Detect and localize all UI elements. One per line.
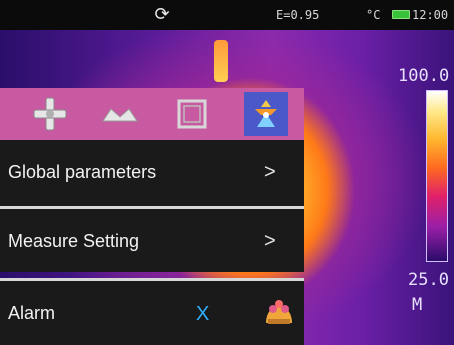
- menu-item-label: Global parameters: [8, 162, 157, 182]
- frame-icon[interactable]: [170, 92, 214, 136]
- menu-item-global-parameters[interactable]: Global parameters >: [0, 140, 304, 206]
- settings-icon[interactable]: [244, 92, 288, 136]
- emissivity-readout: E=0.95: [276, 8, 320, 22]
- scale-mode: M: [412, 295, 423, 315]
- alarm-state: X: [196, 303, 210, 325]
- menu-item-measure-setting[interactable]: Measure Setting >: [0, 206, 304, 272]
- crosshair-icon[interactable]: [28, 92, 72, 136]
- chevron-right-icon: >: [264, 161, 276, 183]
- menu-toolbar: [0, 88, 304, 140]
- color-scale-bar: [426, 90, 448, 262]
- menu-item-label: Measure Setting: [8, 231, 140, 251]
- menu-item-alarm[interactable]: Alarm X: [0, 278, 304, 345]
- refresh-icon[interactable]: ⟳: [152, 5, 172, 25]
- settings-menu: Global parameters > Measure Setting > Al…: [0, 88, 304, 345]
- chevron-right-icon: >: [264, 230, 276, 252]
- temperature-unit: °C: [366, 8, 381, 22]
- scale-min-value: 25.0: [408, 270, 449, 290]
- alarm-icon[interactable]: [262, 295, 296, 329]
- wave-icon[interactable]: [98, 92, 142, 136]
- clock: 12:00: [412, 8, 449, 22]
- status-bar: ⟳ E=0.95 °C 12:00: [0, 0, 454, 30]
- thermal-hotspot: [214, 40, 228, 82]
- battery-icon: [392, 10, 410, 19]
- menu-item-label: Alarm: [8, 303, 56, 323]
- scale-max-value: 100.0: [398, 66, 450, 86]
